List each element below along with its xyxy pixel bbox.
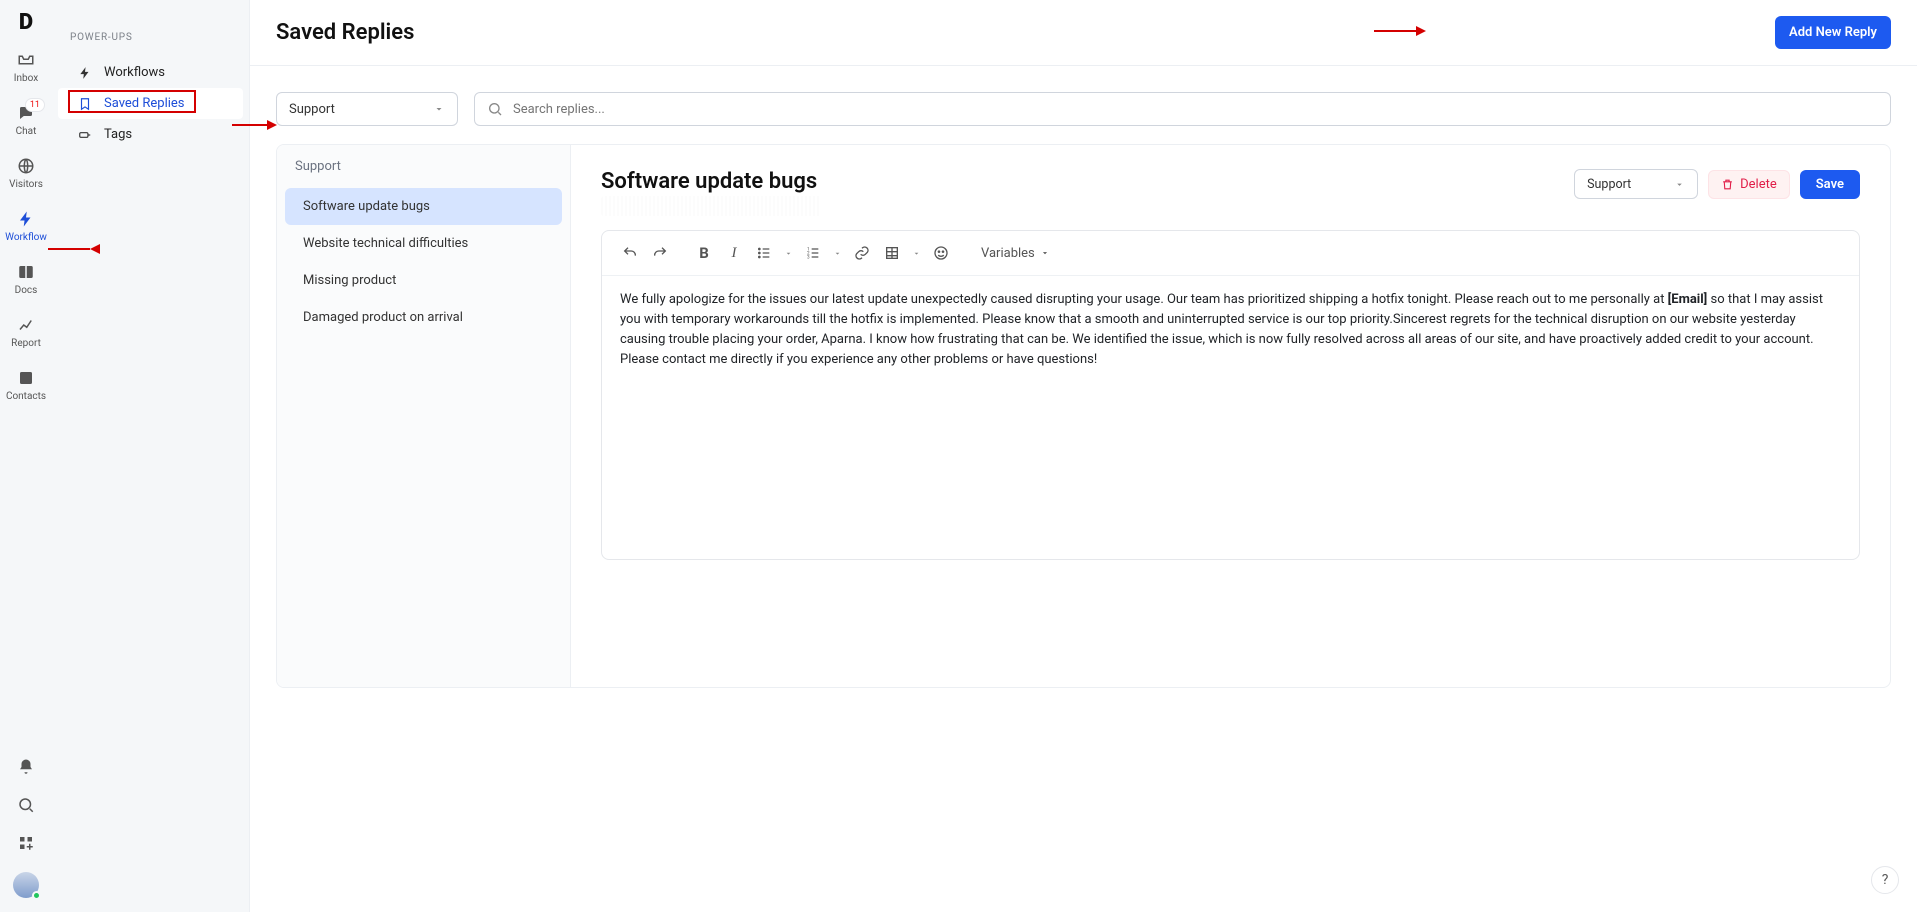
reply-item-label: Missing product xyxy=(303,273,396,288)
search-icon xyxy=(487,101,503,117)
book-icon xyxy=(17,263,35,281)
tray-icon xyxy=(17,51,35,69)
reply-item-label: Website technical difficulties xyxy=(303,236,468,251)
bold-button[interactable]: B xyxy=(690,239,718,267)
trash-icon xyxy=(1721,178,1734,191)
reply-item-label: Damaged product on arrival xyxy=(303,310,463,325)
undo-button[interactable] xyxy=(616,239,644,267)
editor-category-select[interactable]: Support xyxy=(1574,169,1698,199)
table-button[interactable] xyxy=(878,239,906,267)
nav-report[interactable]: Report xyxy=(0,306,52,357)
editor-body[interactable]: We fully apologize for the issues our la… xyxy=(602,276,1859,385)
chevron-down-icon xyxy=(433,103,445,115)
ordered-list-button[interactable]: 123 xyxy=(799,239,827,267)
nav-label: Visitors xyxy=(9,179,43,190)
nav-label: Workflow xyxy=(5,232,47,243)
app-logo[interactable]: D xyxy=(19,10,33,35)
reply-item[interactable]: Software update bugs xyxy=(285,188,562,225)
nav-label: Docs xyxy=(15,285,38,296)
category-select-value: Support xyxy=(289,102,335,117)
link-button[interactable] xyxy=(848,239,876,267)
apps-icon[interactable] xyxy=(17,834,35,852)
nav-docs[interactable]: Docs xyxy=(0,253,52,304)
redo-button[interactable] xyxy=(646,239,674,267)
editor-shortcut-placeholder xyxy=(601,196,821,216)
search-input[interactable] xyxy=(513,102,1878,117)
chat-icon: 11 xyxy=(17,104,35,122)
editor-category-value: Support xyxy=(1587,177,1631,192)
help-button[interactable]: ? xyxy=(1871,866,1899,894)
variables-dropdown[interactable]: Variables xyxy=(981,246,1050,261)
presence-dot xyxy=(32,891,41,900)
sidebar-item-tags[interactable]: Tags xyxy=(58,119,243,150)
sidebar-item-workflows[interactable]: Workflows xyxy=(58,57,243,88)
chart-icon xyxy=(17,316,35,334)
editor-title: Software update bugs xyxy=(601,169,821,194)
nav-chat[interactable]: 11 Chat xyxy=(0,94,52,145)
search-input-wrap[interactable] xyxy=(474,92,1891,126)
nav-contacts[interactable]: Contacts xyxy=(0,359,52,410)
contacts-icon xyxy=(17,369,35,387)
chevron-down-icon[interactable] xyxy=(780,249,797,258)
reply-item-label: Software update bugs xyxy=(303,199,430,214)
nav-visitors[interactable]: Visitors xyxy=(0,147,52,198)
sidebar-item-label: Tags xyxy=(104,127,132,142)
chat-badge: 11 xyxy=(25,98,45,112)
body-text: We fully apologize for the issues our la… xyxy=(620,292,1668,307)
sidebar-item-saved-replies[interactable]: Saved Replies xyxy=(58,88,243,119)
delete-button[interactable]: Delete xyxy=(1708,170,1790,199)
svg-text:3: 3 xyxy=(807,254,810,260)
search-icon[interactable] xyxy=(17,796,35,814)
sidebar-item-label: Saved Replies xyxy=(104,96,185,111)
nav-label: Report xyxy=(11,338,41,349)
unordered-list-button[interactable] xyxy=(750,239,778,267)
bell-icon[interactable] xyxy=(17,758,35,776)
reply-item[interactable]: Damaged product on arrival xyxy=(285,299,562,336)
bookmark-icon xyxy=(78,97,94,111)
reply-item[interactable]: Missing product xyxy=(285,262,562,299)
chevron-down-icon xyxy=(1674,179,1685,190)
globe-icon xyxy=(17,157,35,175)
nav-label: Contacts xyxy=(6,391,46,402)
avatar[interactable] xyxy=(13,872,39,898)
nav-inbox[interactable]: Inbox xyxy=(0,41,52,92)
body-email-token: [Email] xyxy=(1668,292,1708,307)
variables-label: Variables xyxy=(981,246,1035,261)
nav-label: Inbox xyxy=(14,73,38,84)
sidebar-header: POWER-UPS xyxy=(52,32,249,57)
tag-icon xyxy=(78,128,94,142)
save-button[interactable]: Save xyxy=(1800,170,1860,199)
add-new-reply-button[interactable]: Add New Reply xyxy=(1775,16,1891,49)
reply-item[interactable]: Website technical difficulties xyxy=(285,225,562,262)
reply-category-header: Support xyxy=(277,145,570,188)
chevron-down-icon[interactable] xyxy=(829,249,846,258)
bolt-icon xyxy=(17,210,35,228)
sidebar-item-label: Workflows xyxy=(104,65,165,80)
page-title: Saved Replies xyxy=(276,20,414,45)
nav-label: Chat xyxy=(16,126,37,137)
category-select[interactable]: Support xyxy=(276,92,458,126)
bolt-icon xyxy=(78,66,94,80)
italic-button[interactable]: I xyxy=(720,239,748,267)
nav-workflow[interactable]: Workflow xyxy=(0,200,52,251)
emoji-button[interactable] xyxy=(927,239,955,267)
delete-label: Delete xyxy=(1740,177,1777,192)
chevron-down-icon[interactable] xyxy=(908,249,925,258)
